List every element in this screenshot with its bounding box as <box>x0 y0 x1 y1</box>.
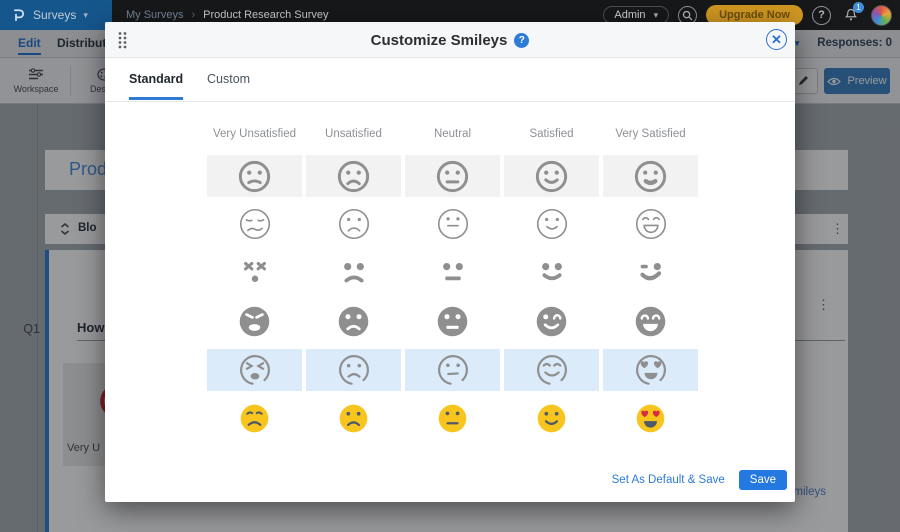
smiley-sketch-neutral[interactable] <box>405 349 500 391</box>
smiley-row-sketch-selected <box>205 349 700 391</box>
smiley-row-minimal <box>205 251 700 293</box>
smiley-grid: Very UnsatisfiedUnsatisfiedNeutralSatisf… <box>205 128 700 448</box>
smiley-column-headers: Very UnsatisfiedUnsatisfiedNeutralSatisf… <box>205 128 700 140</box>
breadcrumb-my-surveys[interactable]: My Surveys <box>126 9 183 21</box>
notifications-button[interactable]: 1 <box>840 4 862 26</box>
admin-label: Admin <box>614 9 645 21</box>
smiley-solid-very-satisfied[interactable] <box>603 300 698 342</box>
notification-badge: 1 <box>853 2 864 13</box>
sketch-satisfied-icon <box>533 351 571 389</box>
smiley-row-emoji <box>205 397 700 439</box>
sketch-unsatisfied-icon <box>335 351 373 389</box>
close-icon[interactable]: ✕ <box>766 29 787 50</box>
smiley-emoji-very-unsatisfied[interactable] <box>207 397 302 439</box>
smiley-emoji-neutral[interactable] <box>405 397 500 439</box>
smiley-emoji-satisfied[interactable] <box>504 397 599 439</box>
breadcrumb-current-survey: Product Research Survey <box>203 9 328 21</box>
survey-logo-icon <box>10 7 26 23</box>
smiley-minimal-satisfied[interactable] <box>504 251 599 293</box>
smiley-solid-satisfied[interactable] <box>504 300 599 342</box>
column-header-satisfied: Satisfied <box>502 128 601 140</box>
set-default-save-link[interactable]: Set As Default & Save <box>612 474 725 486</box>
smiley-row-thin-outline <box>205 203 700 245</box>
smiley-minimal-very-unsatisfied[interactable] <box>207 251 302 293</box>
solid-very-satisfied-icon <box>632 303 669 340</box>
product-switcher[interactable]: Surveys ▾ <box>0 0 112 30</box>
column-header-very-satisfied: Very Satisfied <box>601 128 700 140</box>
smiley-solid-unsatisfied[interactable] <box>306 300 401 342</box>
thin-outline-satisfied-icon <box>533 205 571 243</box>
minimal-satisfied-icon <box>534 254 570 290</box>
modal-help-icon[interactable]: ? <box>514 33 529 48</box>
smiley-sketch-very-unsatisfied[interactable] <box>207 349 302 391</box>
customize-smileys-modal: Customize Smileys ? ✕ Standard Custom Ve… <box>105 22 795 502</box>
minimal-unsatisfied-icon <box>336 254 372 290</box>
solid-unsatisfied-icon <box>335 303 372 340</box>
smiley-solid-very-unsatisfied[interactable] <box>207 300 302 342</box>
solid-very-unsatisfied-icon <box>236 303 273 340</box>
column-header-very-unsatisfied: Very Unsatisfied <box>205 128 304 140</box>
modal-title: Customize Smileys <box>371 32 508 49</box>
smiley-solid-neutral[interactable] <box>405 300 500 342</box>
bold-outline-very-satisfied-icon <box>632 158 669 195</box>
sketch-very-satisfied-icon <box>632 351 670 389</box>
tab-custom[interactable]: Custom <box>207 72 250 97</box>
chevron-down-icon: ▾ <box>654 10 659 21</box>
avatar[interactable] <box>871 5 892 26</box>
solid-satisfied-icon <box>533 303 570 340</box>
smiley-emoji-very-satisfied[interactable] <box>603 397 698 439</box>
breadcrumb: My Surveys › Product Research Survey <box>126 9 328 21</box>
smiley-row-solid <box>205 300 700 342</box>
smiley-thin-outline-very-unsatisfied[interactable] <box>207 203 302 245</box>
minimal-very-unsatisfied-icon <box>237 254 273 290</box>
smiley-thin-outline-unsatisfied[interactable] <box>306 203 401 245</box>
bold-outline-satisfied-icon <box>533 158 570 195</box>
smiley-bold-outline-satisfied[interactable] <box>504 155 599 197</box>
minimal-neutral-icon <box>435 254 471 290</box>
smiley-thin-outline-satisfied[interactable] <box>504 203 599 245</box>
tab-standard[interactable]: Standard <box>129 72 183 100</box>
smiley-bold-outline-unsatisfied[interactable] <box>306 155 401 197</box>
thin-outline-very-satisfied-icon <box>632 205 670 243</box>
column-header-unsatisfied: Unsatisfied <box>304 128 403 140</box>
smiley-sketch-satisfied[interactable] <box>504 349 599 391</box>
smiley-bold-outline-very-satisfied[interactable] <box>603 155 698 197</box>
smiley-bold-outline-very-unsatisfied[interactable] <box>207 155 302 197</box>
save-button[interactable]: Save <box>739 470 787 490</box>
solid-neutral-icon <box>434 303 471 340</box>
product-name: Surveys <box>33 8 76 22</box>
modal-tabs: Standard Custom <box>105 58 795 102</box>
thin-outline-neutral-icon <box>434 205 472 243</box>
smiley-minimal-unsatisfied[interactable] <box>306 251 401 293</box>
smiley-row-bold-outline <box>205 155 700 197</box>
bold-outline-unsatisfied-icon <box>335 158 372 195</box>
thin-outline-very-unsatisfied-icon <box>236 205 274 243</box>
smiley-sketch-unsatisfied[interactable] <box>306 349 401 391</box>
breadcrumb-separator: › <box>191 9 195 21</box>
app-window: Surveys ▾ My Surveys › Product Research … <box>0 0 900 532</box>
smiley-minimal-very-satisfied[interactable] <box>603 251 698 293</box>
emoji-unsatisfied-icon <box>336 401 371 436</box>
smiley-minimal-neutral[interactable] <box>405 251 500 293</box>
smiley-bold-outline-neutral[interactable] <box>405 155 500 197</box>
modal-header: Customize Smileys ? ✕ <box>105 22 795 58</box>
bold-outline-very-unsatisfied-icon <box>236 158 273 195</box>
sketch-very-unsatisfied-icon <box>236 351 274 389</box>
sketch-neutral-icon <box>434 351 472 389</box>
column-header-neutral: Neutral <box>403 128 502 140</box>
emoji-neutral-icon <box>435 401 470 436</box>
emoji-very-unsatisfied-icon <box>237 401 272 436</box>
help-icon[interactable]: ? <box>812 6 831 25</box>
thin-outline-unsatisfied-icon <box>335 205 373 243</box>
modal-footer: Set As Default & Save Save <box>612 470 787 490</box>
minimal-very-satisfied-icon <box>633 254 669 290</box>
smiley-thin-outline-very-satisfied[interactable] <box>603 203 698 245</box>
smiley-sketch-very-satisfied[interactable] <box>603 349 698 391</box>
emoji-satisfied-icon <box>534 401 569 436</box>
smiley-emoji-unsatisfied[interactable] <box>306 397 401 439</box>
bold-outline-neutral-icon <box>434 158 471 195</box>
chevron-down-icon: ▾ <box>83 10 88 21</box>
smiley-thin-outline-neutral[interactable] <box>405 203 500 245</box>
emoji-very-satisfied-icon <box>633 401 668 436</box>
